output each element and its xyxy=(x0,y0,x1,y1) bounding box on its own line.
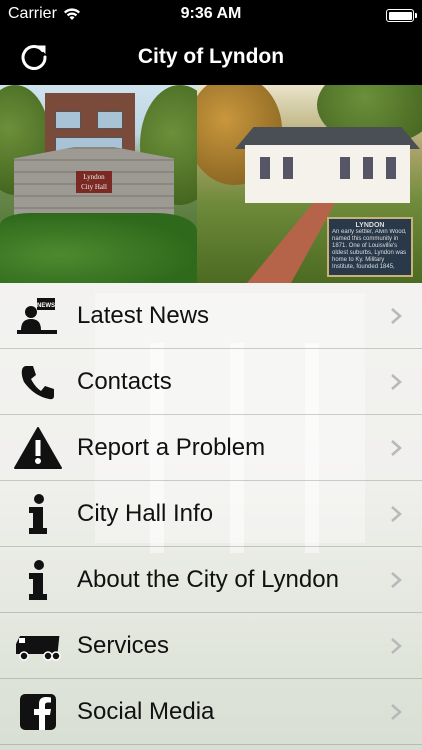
chevron-right-icon xyxy=(391,506,402,522)
menu-list: NEWS Latest News Contacts Report a Probl… xyxy=(0,283,422,745)
menu-item-label: City Hall Info xyxy=(77,500,214,527)
battery-icon xyxy=(386,9,417,22)
menu-item-label: About the City of Lyndon xyxy=(77,566,339,593)
chevron-right-icon xyxy=(391,374,402,390)
menu-item-services[interactable]: Services xyxy=(0,613,422,679)
hero-banner: Lyndon City Hall LYNDON An early settler,… xyxy=(0,85,422,283)
chevron-right-icon xyxy=(391,704,402,720)
chevron-right-icon xyxy=(391,572,402,588)
historic-house-photo: LYNDON An early settler, Alvin Wood, nam… xyxy=(197,85,422,283)
newspaper-icon: NEWS xyxy=(13,294,63,338)
menu-item-label: Latest News xyxy=(77,302,210,329)
info-icon xyxy=(13,492,63,536)
menu-item-contacts[interactable]: Contacts xyxy=(0,349,422,415)
menu-item-social-media[interactable]: Social Media xyxy=(0,679,422,745)
menu-item-label: Report a Problem xyxy=(77,434,266,461)
navigation-bar: City of Lyndon xyxy=(0,30,422,85)
menu-item-city-hall-info[interactable]: City Hall Info xyxy=(0,481,422,547)
marker-text: An early settler, Alvin Wood, named this… xyxy=(332,229,407,269)
menu-item-report-a-problem[interactable]: Report a Problem xyxy=(0,415,422,481)
status-bar: Carrier 9:36 AM xyxy=(0,0,422,30)
info-icon xyxy=(13,558,63,602)
menu-item-latest-news[interactable]: NEWS Latest News xyxy=(0,283,422,349)
city-hall-photo: Lyndon City Hall xyxy=(0,85,197,283)
svg-text:NEWS: NEWS xyxy=(37,303,55,309)
menu-item-label: Social Media xyxy=(77,698,215,725)
page-title: City of Lyndon xyxy=(137,45,285,68)
truck-icon xyxy=(13,624,63,668)
chevron-right-icon xyxy=(391,308,402,324)
menu-item-label: Services xyxy=(77,632,170,659)
menu-item-about-the-city[interactable]: About the City of Lyndon xyxy=(0,547,422,613)
facebook-icon xyxy=(13,690,63,734)
historical-marker: LYNDON An early settler, Alvin Wood, nam… xyxy=(327,217,413,277)
chevron-right-icon xyxy=(391,440,402,456)
menu-item-label: Contacts xyxy=(77,368,172,395)
main-menu: NEWS Latest News Contacts Report a Probl… xyxy=(0,283,422,750)
chevron-right-icon xyxy=(391,638,402,654)
phone-icon xyxy=(13,360,63,404)
warning-icon xyxy=(13,426,63,470)
marker-title: LYNDON xyxy=(355,222,385,229)
city-hall-sign: Lyndon City Hall xyxy=(76,171,112,193)
status-time: 9:36 AM xyxy=(180,5,242,22)
